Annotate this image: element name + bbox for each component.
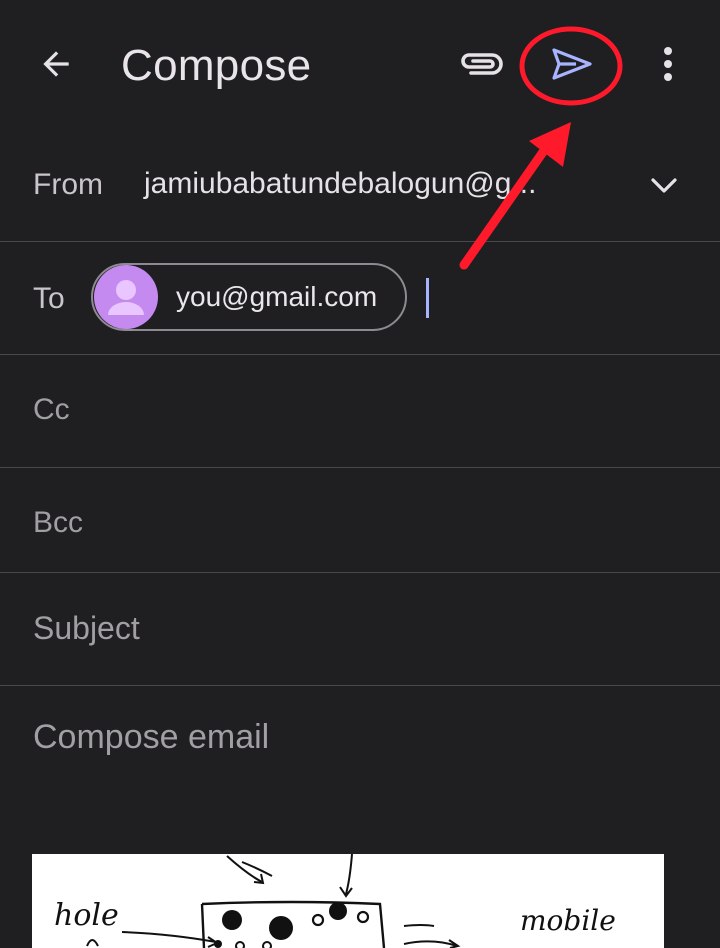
recipient-chip[interactable]: you@gmail.com [91,263,407,331]
divider [0,685,720,686]
attach-button[interactable] [448,36,512,96]
more-vert-icon [662,46,674,87]
compose-email-body[interactable]: Compose email [33,718,269,757]
from-dropdown-button[interactable] [640,168,688,208]
sketch-label-hole: hole [54,898,119,933]
back-button[interactable] [28,36,84,96]
cc-field[interactable] [33,393,673,427]
person-icon [108,280,144,315]
avatar [94,265,158,329]
divider [0,354,720,355]
sketch-label-mobile: mobile [520,904,616,937]
recipient-email: you@gmail.com [176,281,378,312]
top-app-bar: Compose [0,0,720,130]
annotation-overlay [459,26,623,270]
chevron-down-icon [650,177,678,200]
send-icon [550,47,594,86]
from-label: From [33,168,103,201]
text-cursor [426,278,429,318]
subject-field[interactable] [33,610,673,647]
attached-sketch-image[interactable]: hole mobile [32,854,664,948]
send-button[interactable] [540,36,604,96]
more-options-button[interactable] [646,36,690,96]
from-account-value[interactable]: jamiubabatundebalogun@g... [144,167,536,201]
compose-screen: Compose From jamiubabatundebalogun@g... … [0,0,720,948]
paperclip-icon [457,49,503,84]
divider [0,572,720,573]
to-label: To [33,282,65,315]
divider [0,241,720,242]
divider [0,467,720,468]
page-title: Compose [121,41,312,90]
arrow-back-icon [37,45,75,88]
bcc-field[interactable] [33,506,673,540]
